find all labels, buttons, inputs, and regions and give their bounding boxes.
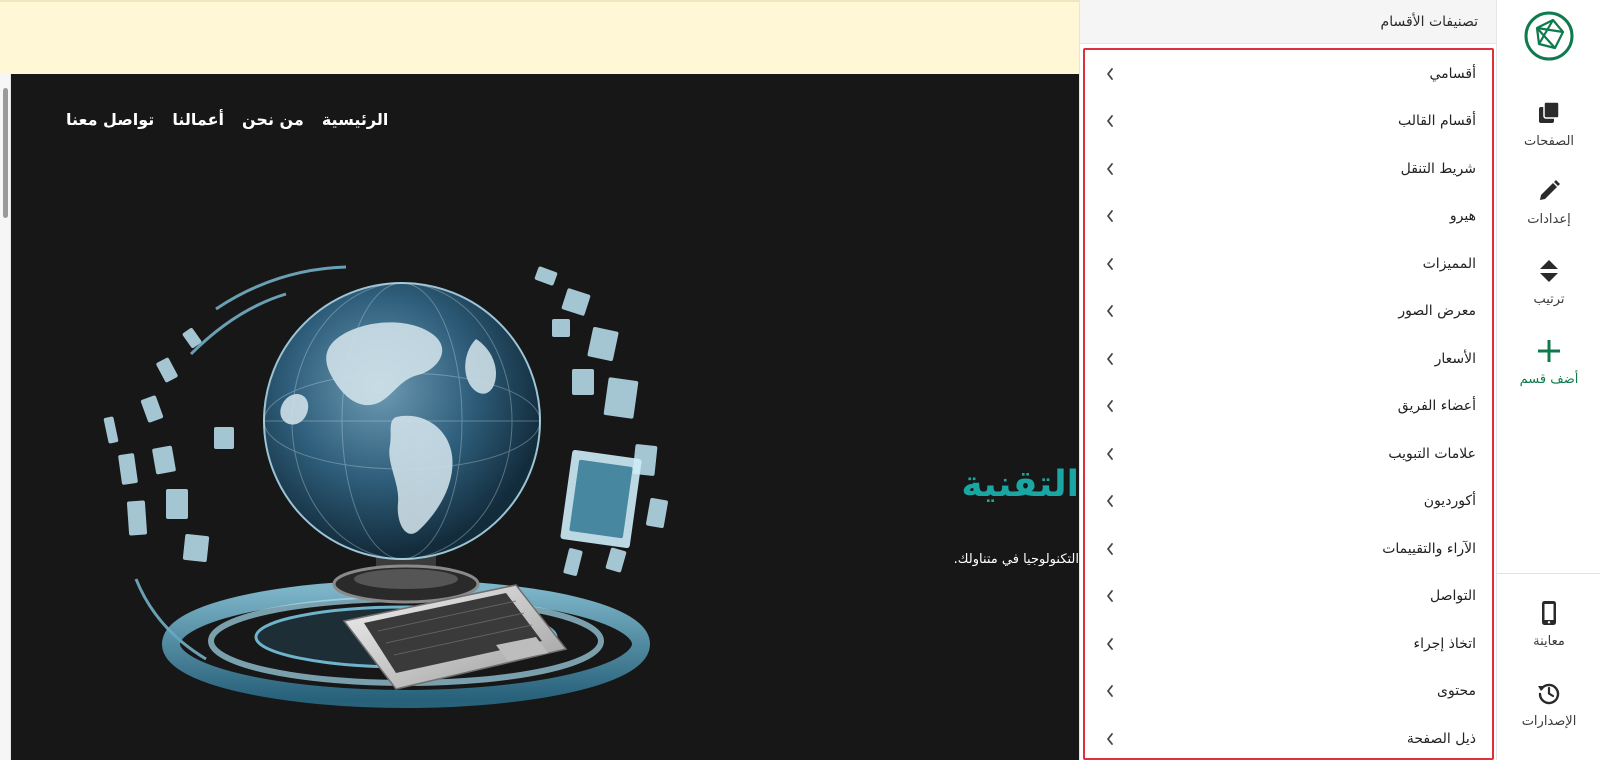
section-category-label: المميزات	[1422, 255, 1476, 272]
pages-icon	[1534, 98, 1564, 128]
rail-add-section-label: أضف قسم	[1519, 372, 1579, 387]
section-category-my-sections[interactable]: أقسامي	[1085, 50, 1492, 98]
site-nav-home[interactable]: الرئيسية	[322, 110, 389, 129]
section-category-footer[interactable]: ذيل الصفحة	[1085, 715, 1492, 758]
site-nav: الرئيسية من نحن أعمالنا تواصل معنا	[66, 110, 388, 129]
section-category-tabs[interactable]: علامات التبويب	[1085, 430, 1492, 478]
rail-pages-button[interactable]: الصفحات	[1497, 98, 1600, 162]
section-category-label: أقسام القالب	[1398, 113, 1476, 130]
rail-preview-button[interactable]: معاينة	[1497, 598, 1600, 662]
chevron-left-icon	[1103, 162, 1117, 176]
chevron-left-icon	[1103, 209, 1117, 223]
canvas-scrollbar[interactable]	[0, 74, 11, 760]
section-category-accordion[interactable]: أكورديون	[1085, 478, 1492, 526]
section-category-gallery[interactable]: معرض الصور	[1085, 288, 1492, 336]
section-category-label: التواصل	[1430, 588, 1476, 605]
section-category-features[interactable]: المميزات	[1085, 240, 1492, 288]
hero-title: التقنية	[961, 464, 1079, 505]
editor-canvas: الرئيسية من نحن أعمالنا تواصل معنا التقن…	[0, 0, 1079, 760]
rail-versions-label: الإصدارات	[1521, 714, 1577, 729]
history-icon	[1534, 678, 1564, 708]
globe-logo-icon[interactable]	[1523, 10, 1575, 62]
section-category-testimonials[interactable]: الآراء والتقييمات	[1085, 525, 1492, 573]
section-category-label: الأسعار	[1434, 350, 1476, 367]
mobile-preview-icon	[1534, 598, 1564, 628]
hero-globe-laptop-image	[103, 265, 668, 708]
section-category-label: شريط التنقل	[1400, 160, 1476, 177]
chevron-left-icon	[1103, 637, 1117, 651]
sections-panel: تصنيفات الأقسام أقسامي أقسام القالب شريط…	[1079, 0, 1496, 760]
site-preview[interactable]: الرئيسية من نحن أعمالنا تواصل معنا التقن…	[11, 74, 1079, 760]
pencil-icon	[1534, 176, 1564, 206]
rail-versions-button[interactable]: الإصدارات	[1497, 678, 1600, 742]
section-category-list: أقسامي أقسام القالب شريط التنقل هيرو الم…	[1083, 48, 1494, 760]
rail-sort-label: ترتيب	[1533, 292, 1565, 307]
section-category-label: أعضاء الفريق	[1397, 398, 1476, 415]
chevron-left-icon	[1103, 542, 1117, 556]
canvas-scrollbar-thumb[interactable]	[3, 88, 8, 218]
chevron-left-icon	[1103, 589, 1117, 603]
site-nav-works[interactable]: أعمالنا	[172, 110, 224, 129]
chevron-left-icon	[1103, 67, 1117, 81]
section-category-contact[interactable]: التواصل	[1085, 573, 1492, 621]
chevron-left-icon	[1103, 684, 1117, 698]
section-category-label: محتوى	[1437, 683, 1476, 700]
section-category-label: اتخاذ إجراء	[1413, 635, 1476, 652]
section-category-navbar[interactable]: شريط التنقل	[1085, 145, 1492, 193]
sort-icon	[1534, 256, 1564, 286]
sections-panel-title: تصنيفات الأقسام	[1380, 13, 1478, 30]
section-category-label: ذيل الصفحة	[1406, 730, 1476, 747]
rail-pages-label: الصفحات	[1524, 134, 1575, 149]
section-category-call-to-action[interactable]: اتخاذ إجراء	[1085, 620, 1492, 668]
section-category-hero[interactable]: هيرو	[1085, 193, 1492, 241]
chevron-left-icon	[1103, 447, 1117, 461]
rail-settings-button[interactable]: إعدادات	[1497, 176, 1600, 240]
section-category-content[interactable]: محتوى	[1085, 668, 1492, 716]
editor-icon-rail: الصفحات إعدادات ترتيب أضف قسم معاينة الإ…	[1496, 0, 1600, 760]
site-nav-about[interactable]: من نحن	[242, 110, 304, 129]
plus-icon	[1534, 336, 1564, 366]
chevron-left-icon	[1103, 114, 1117, 128]
rail-preview-label: معاينة	[1533, 634, 1565, 649]
section-category-label: هيرو	[1449, 208, 1476, 225]
hero-subtitle: التكنولوجيا في متناولك.	[953, 552, 1079, 567]
section-category-label: أكورديون	[1423, 493, 1476, 510]
chevron-left-icon	[1103, 257, 1117, 271]
chevron-left-icon	[1103, 732, 1117, 746]
section-category-label: الآراء والتقييمات	[1382, 540, 1476, 557]
chevron-left-icon	[1103, 304, 1117, 318]
section-category-team[interactable]: أعضاء الفريق	[1085, 383, 1492, 431]
rail-divider	[1497, 573, 1600, 574]
section-category-pricing[interactable]: الأسعار	[1085, 335, 1492, 383]
rail-add-section-button[interactable]: أضف قسم	[1497, 336, 1600, 400]
rail-settings-label: إعدادات	[1527, 212, 1571, 227]
rail-sort-button[interactable]: ترتيب	[1497, 256, 1600, 320]
canvas-top-border	[0, 0, 1079, 2]
site-nav-contact[interactable]: تواصل معنا	[66, 110, 154, 129]
sections-panel-header: تصنيفات الأقسام	[1080, 0, 1496, 44]
section-category-label: معرض الصور	[1398, 303, 1476, 320]
section-category-template-sections[interactable]: أقسام القالب	[1085, 98, 1492, 146]
chevron-left-icon	[1103, 494, 1117, 508]
chevron-left-icon	[1103, 352, 1117, 366]
chevron-left-icon	[1103, 399, 1117, 413]
section-category-label: أقسامي	[1429, 65, 1476, 82]
section-category-label: علامات التبويب	[1388, 445, 1476, 462]
